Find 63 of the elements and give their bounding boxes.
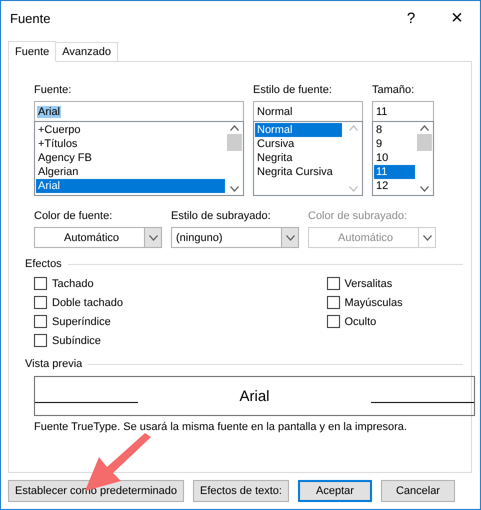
list-item[interactable]: Algerian xyxy=(36,165,225,179)
field-label: Fuente: xyxy=(34,84,72,98)
checkbox-label: Mayúsculas xyxy=(344,296,403,308)
scroll-thumb[interactable] xyxy=(417,134,432,151)
checkbox-label: Versalitas xyxy=(344,278,392,290)
group-title: Vista previa xyxy=(25,358,82,370)
list-item[interactable]: Arial xyxy=(36,179,225,193)
list-item[interactable]: +Títulos xyxy=(36,137,225,151)
list-item[interactable]: Normal xyxy=(255,123,342,137)
preview-text: Arial xyxy=(238,388,270,404)
checkbox-label: Doble tachado xyxy=(52,296,123,308)
list-item[interactable]: 8 xyxy=(374,123,415,137)
scroll-thumb[interactable] xyxy=(227,134,242,151)
field-label: Tamaño: xyxy=(372,84,416,98)
dialog-button[interactable]: Efectos de texto: xyxy=(193,480,289,502)
dropdown[interactable]: (ninguno) xyxy=(171,227,299,248)
checkbox-label: Superíndice xyxy=(52,316,111,328)
chevron-down-icon[interactable] xyxy=(148,234,158,240)
scroll-down-icon[interactable] xyxy=(230,186,239,192)
list-item[interactable]: Agency FB xyxy=(36,151,225,165)
close-button[interactable]: × xyxy=(434,2,480,34)
tab[interactable]: Fuente xyxy=(8,41,56,62)
checkbox-label: Tachado xyxy=(52,278,94,290)
list-item[interactable]: 10 xyxy=(374,151,415,165)
input-field[interactable]: Normal xyxy=(253,101,363,122)
dialog-button[interactable]: Cancelar xyxy=(380,480,455,502)
checkbox[interactable] xyxy=(34,315,47,328)
tab[interactable]: Avanzado xyxy=(55,42,118,61)
checkbox[interactable] xyxy=(326,296,340,309)
group-title: Efectos xyxy=(25,258,62,270)
checkbox[interactable] xyxy=(326,277,340,290)
scroll-up-icon[interactable] xyxy=(230,125,239,131)
help-button[interactable]: ? xyxy=(388,2,434,34)
list-item[interactable]: Negrita Cursiva xyxy=(255,165,342,179)
scroll-down-icon[interactable] xyxy=(420,186,429,192)
checkbox-label: Oculto xyxy=(344,316,376,328)
list-item[interactable]: Negrita xyxy=(255,151,342,165)
dialog-button[interactable]: Aceptar xyxy=(298,480,372,502)
list-item[interactable]: 11 xyxy=(374,165,415,179)
field-label: Estilo de subrayado: xyxy=(171,210,272,224)
window-title: Fuente xyxy=(10,10,52,26)
list-box[interactable]: +Cuerpo +Títulos Agency FB Algerian Arial xyxy=(34,121,244,196)
dropdown[interactable]: Automático xyxy=(34,227,162,248)
chevron-down-icon[interactable] xyxy=(422,234,432,240)
list-item[interactable]: Cursiva xyxy=(255,137,342,151)
checkbox[interactable] xyxy=(34,296,47,309)
font-note: Fuente TrueType. Se usará la misma fuente en la pantalla y en la impresora. xyxy=(34,421,408,433)
field-label: Color de subrayado: xyxy=(308,210,408,224)
field-label: Estilo de fuente: xyxy=(253,84,333,98)
input-field[interactable]: Arial xyxy=(34,101,244,122)
list-item[interactable]: +Cuerpo xyxy=(36,123,225,137)
list-box[interactable]: 8 9 10 11 12 xyxy=(372,121,434,196)
checkbox[interactable] xyxy=(326,315,340,328)
checkbox[interactable] xyxy=(34,277,47,290)
checkbox[interactable] xyxy=(34,334,47,347)
chevron-down-icon[interactable] xyxy=(286,234,294,240)
list-item[interactable]: 9 xyxy=(374,137,415,151)
input-field[interactable]: 11 xyxy=(372,101,434,122)
list-box[interactable]: Normal Cursiva Negrita Negrita Cursiva xyxy=(253,121,363,196)
checkbox-label: Subíndice xyxy=(52,334,101,346)
field-label: Color de fuente: xyxy=(34,210,114,224)
list-item[interactable]: 12 xyxy=(374,179,415,193)
scroll-up-icon[interactable] xyxy=(420,125,429,131)
